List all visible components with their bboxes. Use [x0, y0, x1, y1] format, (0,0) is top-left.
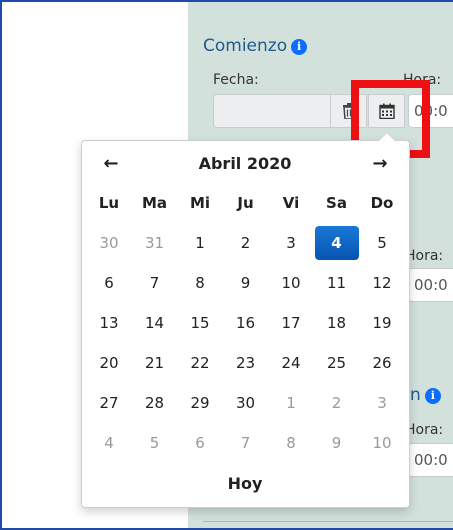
day-cell[interactable]: 10	[269, 266, 313, 300]
day-cell-selected[interactable]: 4	[314, 226, 359, 260]
section-title-comienzo: Comienzo i	[203, 36, 308, 56]
day-cell-other-month[interactable]: 10	[360, 426, 404, 460]
day-cell[interactable]: 2	[224, 226, 268, 260]
weekday-header: Ju	[237, 194, 254, 212]
day-cell[interactable]: 30	[224, 386, 268, 420]
time-label-2: Hora:	[405, 248, 444, 264]
day-cell[interactable]: 27	[87, 386, 131, 420]
day-cell[interactable]: 20	[87, 346, 131, 380]
day-cell[interactable]: 14	[133, 306, 177, 340]
time-input-3[interactable]: 00:0	[408, 443, 453, 477]
time-label-3: Hora:	[405, 422, 444, 438]
divider	[203, 521, 453, 522]
weekday-header: Mi	[189, 194, 211, 212]
day-cell[interactable]: 28	[133, 386, 177, 420]
day-cell-other-month[interactable]: 6	[178, 426, 222, 460]
day-cell[interactable]: 5	[360, 226, 404, 260]
day-cell[interactable]: 7	[133, 266, 177, 300]
popover-arrow-inner	[379, 133, 395, 141]
day-cell-other-month[interactable]: 3	[360, 386, 404, 420]
month-title[interactable]: Abril 2020	[170, 154, 320, 173]
day-cell-other-month[interactable]: 4	[87, 426, 131, 460]
day-cell[interactable]: 29	[178, 386, 222, 420]
day-cell[interactable]: 23	[224, 346, 268, 380]
day-cell-other-month[interactable]: 1	[269, 386, 313, 420]
time-input-2[interactable]: 00:0	[408, 268, 453, 302]
day-cell[interactable]: 18	[315, 306, 359, 340]
date-label: Fecha:	[213, 72, 259, 88]
day-cell-other-month[interactable]: 5	[133, 426, 177, 460]
day-cell[interactable]: 11	[315, 266, 359, 300]
day-cell[interactable]: 1	[178, 226, 222, 260]
day-cell[interactable]: 24	[269, 346, 313, 380]
day-cell[interactable]: 9	[224, 266, 268, 300]
day-cell[interactable]: 3	[269, 226, 313, 260]
section-title-3: ni	[410, 385, 441, 405]
day-cell[interactable]: 13	[87, 306, 131, 340]
day-cell[interactable]: 8	[178, 266, 222, 300]
day-cell[interactable]: 21	[133, 346, 177, 380]
window-border-left	[0, 0, 2, 530]
today-button[interactable]: Hoy	[210, 474, 280, 493]
day-cell[interactable]: 22	[178, 346, 222, 380]
next-month-button[interactable]: →	[365, 150, 395, 178]
day-cell[interactable]: 12	[360, 266, 404, 300]
day-cell[interactable]: 19	[360, 306, 404, 340]
day-cell[interactable]: 26	[360, 346, 404, 380]
day-cell[interactable]: 25	[315, 346, 359, 380]
section-title-3-text: n	[410, 385, 421, 405]
day-cell-other-month[interactable]: 30	[87, 226, 131, 260]
day-cell[interactable]: 6	[87, 266, 131, 300]
info-icon[interactable]: i	[424, 388, 441, 404]
date-input[interactable]	[213, 94, 331, 128]
day-cell-other-month[interactable]: 8	[269, 426, 313, 460]
weekday-header: Ma	[141, 194, 168, 212]
weekday-header: Sa	[326, 194, 347, 212]
day-cell-other-month[interactable]: 31	[133, 226, 177, 260]
section-title-text: Comienzo	[203, 36, 288, 56]
day-cell[interactable]: 16	[224, 306, 268, 340]
day-cell-other-month[interactable]: 9	[315, 426, 359, 460]
day-cell-other-month[interactable]: 7	[224, 426, 268, 460]
day-cell[interactable]: 15	[178, 306, 222, 340]
weekday-header: Lu	[98, 194, 120, 212]
prev-month-button[interactable]: ←	[96, 150, 126, 178]
weekday-header: Vi	[282, 194, 300, 212]
day-cell-other-month[interactable]: 2	[315, 386, 359, 420]
weekday-header: Do	[370, 194, 394, 212]
info-icon[interactable]: i	[291, 39, 308, 55]
day-cell[interactable]: 17	[269, 306, 313, 340]
